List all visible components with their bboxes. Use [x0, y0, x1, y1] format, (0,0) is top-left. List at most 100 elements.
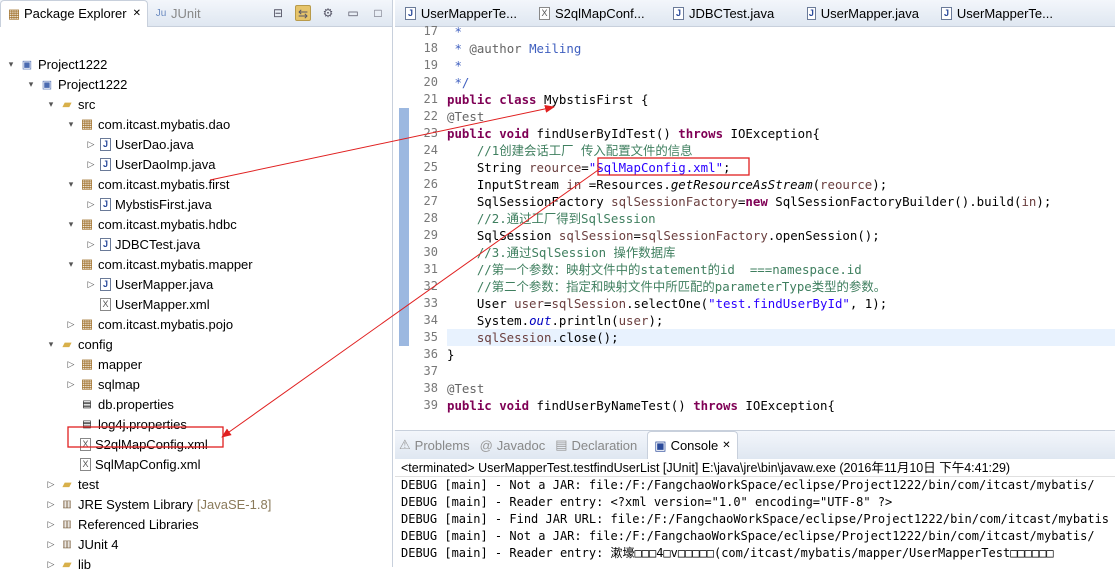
tab-package-explorer[interactable]: ▦ Package Explorer ✕ [0, 0, 149, 27]
expand-toggle-icon[interactable]: ▷ [46, 559, 56, 570]
line-number: 19 [423, 58, 438, 72]
tree-item[interactable]: ▷ J UserDao.java [86, 134, 194, 154]
editor-tab[interactable]: J UserMapperTe... [931, 6, 1065, 21]
tree-item[interactable]: ▷ ▰ lib [46, 554, 91, 574]
tree-item[interactable]: ▷ ▥ JRE System Library [JavaSE-1.8] [46, 494, 272, 514]
expand-toggle-icon[interactable]: ▷ [46, 479, 56, 490]
tree-item[interactable]: ▾ ▣ Project1222 [26, 74, 128, 94]
expand-toggle-icon[interactable]: ▾ [46, 99, 56, 110]
tree-item[interactable]: ▷ ▥ Referenced Libraries [46, 514, 199, 534]
expand-toggle-icon[interactable]: ▷ [86, 279, 96, 290]
expand-toggle-icon[interactable]: ▾ [66, 119, 76, 130]
terminated-status: <terminated> UserMapperTest.testfindUser… [395, 459, 1115, 477]
view-menu-icon[interactable]: ⚙ [320, 5, 336, 21]
tree-item[interactable]: ▾ ▰ src [46, 94, 96, 114]
console-line: DEBUG [main] - Not a JAR: file:/F:/Fangc… [401, 478, 1095, 492]
editor-tab[interactable]: J JDBCTest.java [663, 6, 797, 21]
expand-toggle-icon[interactable]: ▾ [6, 59, 16, 70]
tree-item[interactable]: ▷ ▦ com.itcast.mybatis.pojo [66, 314, 234, 334]
editor-tab[interactable]: X S2qlMapConf... [529, 6, 663, 21]
tab-javadoc[interactable]: @ Javadoc [480, 438, 546, 453]
tree-item[interactable]: ▾ ▰ config [46, 334, 113, 354]
code-line: //2.通过工厂得到SqlSession [447, 210, 656, 227]
code-token: //1创建会话工厂 传入配置文件的信息 [447, 143, 693, 158]
editor-tab[interactable]: J UserMapper.java [797, 6, 931, 21]
code-token: user [514, 296, 544, 311]
expand-toggle-icon[interactable]: ▷ [86, 199, 96, 210]
tree-item[interactable]: X SqlMapConfig.xml [66, 454, 201, 474]
tree-item[interactable]: ▷ J UserMapper.java [86, 274, 214, 294]
tree-item[interactable]: ▷ ▦ sqlmap [66, 374, 140, 394]
java-file-icon: J [673, 6, 684, 20]
editor-tab[interactable]: J UserMapperTe... [395, 6, 529, 21]
code-token: out [529, 313, 552, 328]
expand-toggle-icon[interactable]: ▷ [46, 539, 56, 550]
pkg-icon: ▦ [80, 356, 94, 371]
tree-item[interactable]: ▤ db.properties [66, 394, 174, 414]
java-file-icon: J [941, 6, 952, 20]
tree-item[interactable]: ▾ ▦ com.itcast.mybatis.first [66, 174, 230, 194]
expand-toggle-icon[interactable]: ▷ [86, 159, 96, 170]
tree-item[interactable]: ▾ ▦ com.itcast.mybatis.hdbc [66, 214, 237, 234]
code-token: System. [447, 313, 530, 328]
tree-item[interactable]: ▾ ▦ com.itcast.mybatis.mapper [66, 254, 253, 274]
tree-item[interactable]: ▷ ▰ test [46, 474, 99, 494]
expand-toggle-icon[interactable]: ▷ [86, 239, 96, 250]
code-line: SqlSession sqlSession=sqlSessionFactory.… [447, 227, 880, 244]
expand-toggle-icon[interactable]: ▾ [26, 79, 36, 90]
tree-item[interactable]: ▷ ▦ mapper [66, 354, 143, 374]
code-editor[interactable]: J UserMapperTe... X S2qlMapConf... J JDBCTest… [395, 0, 1115, 428]
console-output[interactable]: DEBUG [main] - Not a JAR: file:/F:/Fangc… [395, 477, 1115, 562]
expand-toggle-icon[interactable]: ▷ [66, 319, 76, 330]
expand-toggle-icon[interactable]: ▷ [86, 139, 96, 150]
folder-icon: ▰ [62, 477, 72, 491]
proj-icon: ▣ [41, 78, 53, 91]
tree-item[interactable]: ▷ J MybstisFirst.java [86, 194, 212, 214]
change-marker [399, 210, 409, 227]
lib-icon: ▥ [62, 498, 72, 510]
console-line: DEBUG [main] - Reader entry: 漱壕□□□4□v□□□… [401, 546, 1054, 560]
line-number: 32 [423, 279, 438, 293]
tree-item[interactable]: ▾ ▦ com.itcast.mybatis.dao [66, 114, 230, 134]
collapse-all-icon[interactable]: ⊟ [270, 5, 286, 21]
xml-icon: X [80, 437, 91, 451]
editor-tab-label: UserMapperTe... [956, 5, 1053, 21]
code-token: InputStream [447, 177, 567, 192]
change-marker [399, 176, 409, 193]
tree-item-label: UserDaoImp.java [115, 156, 216, 172]
line-number: 30 [423, 245, 438, 259]
tree-item[interactable]: ▷ J JDBCTest.java [86, 234, 201, 254]
expand-toggle-icon[interactable]: ▾ [46, 339, 56, 350]
xml-file-icon: X [539, 6, 550, 20]
maximize-icon[interactable]: □ [370, 5, 386, 21]
tree-item[interactable]: X UserMapper.xml [86, 294, 210, 314]
expand-toggle-icon[interactable]: ▷ [66, 379, 76, 390]
expand-toggle-icon[interactable]: ▾ [66, 179, 76, 190]
close-icon[interactable]: ✕ [133, 8, 141, 19]
tab-junit[interactable]: Ju JUnit [148, 0, 207, 27]
expand-toggle-icon[interactable]: ▷ [46, 499, 56, 510]
tab-problems[interactable]: ⚠ Problems [399, 437, 470, 453]
line-number: 25 [423, 160, 438, 174]
tree-item[interactable]: ▤ log4j.properties [66, 414, 187, 434]
tab-console[interactable]: ▣ Console ✕ [647, 431, 738, 459]
code-token: IOException{ [745, 398, 835, 413]
tree-item[interactable]: ▷ J UserDaoImp.java [86, 154, 216, 174]
tree-item[interactable]: ▾ ▣ Project1222 [6, 54, 108, 74]
tree-item[interactable]: ▷ ▥ JUnit 4 [46, 534, 119, 554]
close-icon[interactable]: ✕ [722, 440, 730, 451]
tab-label: JUnit [171, 5, 201, 21]
tree-item-label: com.itcast.mybatis.dao [98, 116, 231, 132]
code-token: "test.findUserById" [708, 296, 850, 311]
code-token: reource [820, 177, 873, 192]
minimize-icon[interactable]: ▭ [345, 5, 361, 21]
tab-declaration[interactable]: ▤ Declaration [555, 437, 637, 453]
expand-toggle-icon[interactable]: ▷ [46, 519, 56, 530]
link-with-editor-icon[interactable]: ⇆ [295, 5, 311, 21]
tree-item[interactable]: X S2qlMapConfig.xml [66, 434, 208, 454]
code-area[interactable]: 17 * 18 * @author Meiling 19 * 20 */ 21 pub… [395, 23, 1115, 428]
expand-toggle-icon[interactable]: ▷ [66, 359, 76, 370]
expand-toggle-icon[interactable]: ▾ [66, 219, 76, 230]
code-line: //第一个参数：映射文件中的statement的id ===namespace.… [447, 261, 862, 278]
expand-toggle-icon[interactable]: ▾ [66, 259, 76, 270]
